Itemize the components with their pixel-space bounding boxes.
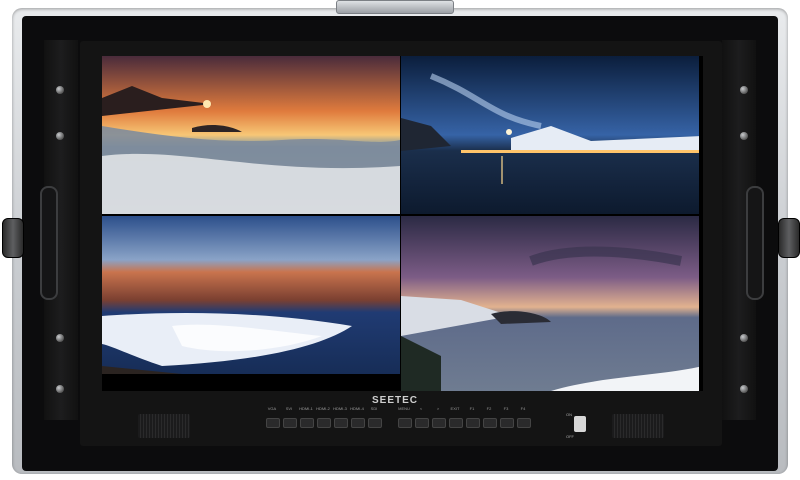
- left-grip-handle[interactable]: [40, 186, 58, 300]
- right-latch-icon[interactable]: [778, 218, 800, 258]
- right-speaker-grille: [612, 414, 664, 438]
- button-label: SDI: [370, 406, 378, 411]
- screw-icon: [740, 132, 748, 140]
- screw-icon: [56, 132, 64, 140]
- button-f2[interactable]: [483, 418, 497, 428]
- power-on-label: ON: [566, 412, 572, 417]
- screw-icon: [740, 86, 748, 94]
- quad-crater-lake-dusk: [401, 216, 699, 391]
- button-exit[interactable]: [449, 418, 463, 428]
- button-vga[interactable]: [266, 418, 280, 428]
- brand-logo: SEETEC: [372, 395, 419, 406]
- button-svi[interactable]: [283, 418, 297, 428]
- monitor-control-bar: VGA SVI HDMI-1 HDMI-2 HDMI-3 HDMI-4 SDI …: [258, 406, 558, 436]
- monitor-screen: [102, 56, 703, 391]
- button-sdi[interactable]: [368, 418, 382, 428]
- quad-sunset-coast: [102, 56, 400, 214]
- right-grip-handle[interactable]: [746, 186, 764, 300]
- quad-night-harbor: [401, 56, 699, 214]
- left-latch-icon[interactable]: [2, 218, 24, 258]
- top-handle: [336, 0, 454, 14]
- power-switch[interactable]: [574, 416, 586, 432]
- button-hdmi-1[interactable]: [300, 418, 314, 428]
- quad-salt-flat-valley: [102, 216, 400, 374]
- button-hdmi-2[interactable]: [317, 418, 331, 428]
- screw-icon: [56, 334, 64, 342]
- screw-icon: [56, 385, 64, 393]
- button-label: F4: [520, 406, 526, 411]
- screw-icon: [740, 334, 748, 342]
- button-hdmi-4[interactable]: [351, 418, 365, 428]
- button-menu[interactable]: [398, 418, 412, 428]
- button-f1[interactable]: [466, 418, 480, 428]
- button-right[interactable]: [432, 418, 446, 428]
- left-speaker-grille: [138, 414, 190, 438]
- screw-icon: [56, 86, 64, 94]
- button-hdmi-3[interactable]: [334, 418, 348, 428]
- power-off-label: OFF: [566, 434, 574, 439]
- screw-icon: [740, 385, 748, 393]
- button-left[interactable]: [415, 418, 429, 428]
- button-f3[interactable]: [500, 418, 514, 428]
- button-f4[interactable]: [517, 418, 531, 428]
